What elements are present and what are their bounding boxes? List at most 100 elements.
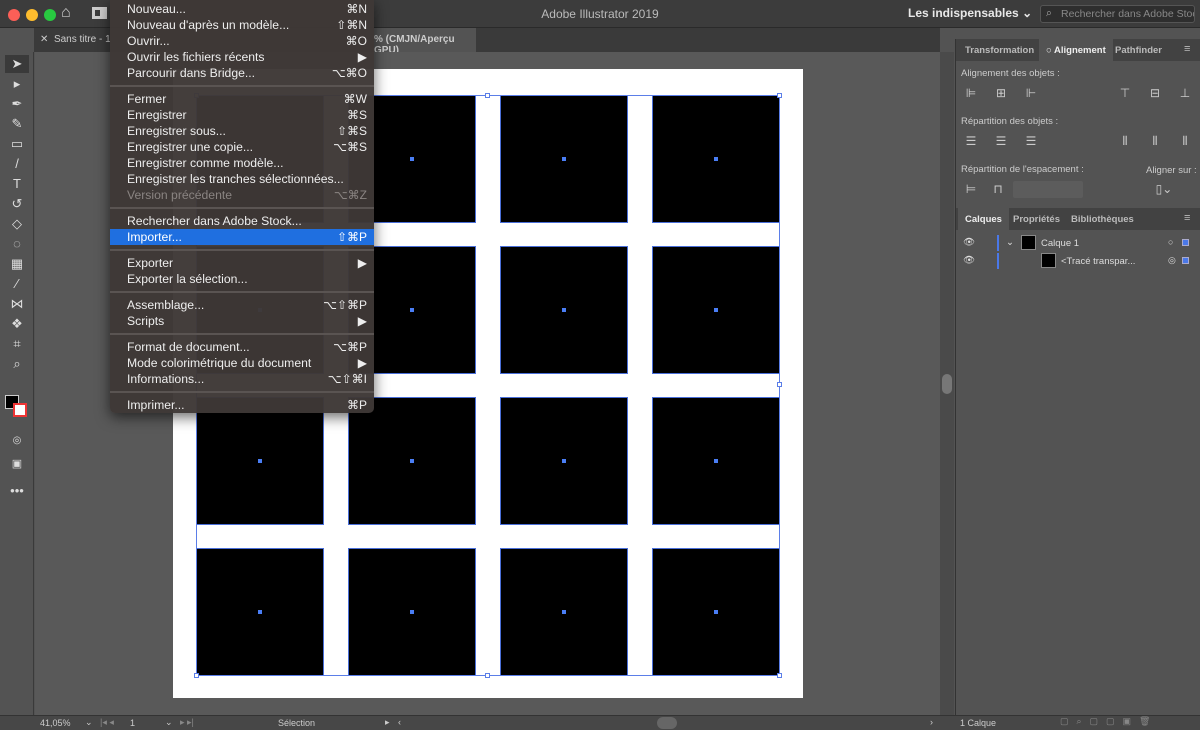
menu-item[interactable]: Imprimer... ⌘P xyxy=(110,397,374,413)
distribute-vspace-icon[interactable]: ⊨ xyxy=(964,182,978,196)
align-hcenter-icon[interactable]: ⊞ xyxy=(994,86,1008,100)
next-page-icon[interactable]: ▸ ▸| xyxy=(180,717,194,728)
zoom-level[interactable]: 41,05% xyxy=(40,718,71,728)
menu-item[interactable]: Format de document... ⌥⌘P xyxy=(110,339,374,355)
resize-handle[interactable] xyxy=(485,673,490,678)
selection-tool-icon[interactable]: ➤ xyxy=(5,55,29,73)
scroll-right-icon[interactable]: › xyxy=(930,717,933,727)
gradient-tool-icon[interactable]: ▦ xyxy=(5,255,29,273)
target-circle-icon[interactable]: ◎ xyxy=(1168,255,1176,266)
menu-item[interactable]: Fermer ⌘W xyxy=(110,91,374,107)
align-to-dropdown-icon[interactable]: ▯⌄ xyxy=(1152,182,1176,196)
resize-handle[interactable] xyxy=(777,382,782,387)
menu-item[interactable]: Exporter ▶ xyxy=(110,255,374,271)
target-circle-icon[interactable]: ○ xyxy=(1168,237,1173,247)
resize-handle[interactable] xyxy=(777,673,782,678)
tab-transformation[interactable]: Transformation xyxy=(958,39,1041,61)
menu-item[interactable]: Nouveau d'après un modèle... ⇧⌘N xyxy=(110,17,374,33)
distribute-right-icon[interactable]: ⦀ xyxy=(1178,134,1192,148)
align-top-icon[interactable]: ⊤ xyxy=(1118,86,1132,100)
align-right-icon[interactable]: ⊩ xyxy=(1024,86,1038,100)
artboard-tool-icon[interactable]: ⌗ xyxy=(5,335,29,353)
distribute-top-icon[interactable]: ☰ xyxy=(964,134,978,148)
paintbrush-tool-icon[interactable]: / xyxy=(5,155,29,173)
prev-page-icon[interactable]: |◂ ◂ xyxy=(100,717,114,728)
resize-handle[interactable] xyxy=(777,93,782,98)
tab-bibliotheques[interactable]: Bibliothèques xyxy=(1064,208,1141,230)
layer-row[interactable]: 👁 ⌄ Calque 1 ○ xyxy=(956,235,1200,253)
menu-item[interactable]: Mode colorimétrique du document ▶ xyxy=(110,355,374,371)
status-menu-icon[interactable]: ▸ xyxy=(385,717,390,728)
menu-item-shortcut: ⌘S xyxy=(346,108,367,122)
rectangle-tool-icon[interactable]: ▭ xyxy=(5,135,29,153)
workspace-switcher[interactable]: Les indispensables ⌄ xyxy=(908,6,1032,20)
close-tab-icon[interactable]: ✕ xyxy=(40,34,48,45)
menu-item[interactable]: Parcourir dans Bridge... ⌥⌘O xyxy=(110,65,374,81)
distribute-bottom-icon[interactable]: ☰ xyxy=(1024,134,1038,148)
menu-item[interactable]: Exporter la sélection... xyxy=(110,271,374,287)
layer-actions-icons[interactable]: ▢⌕▢▢▣🗑 xyxy=(1060,716,1158,727)
type-tool-icon[interactable]: T xyxy=(5,175,29,193)
menu-item[interactable]: Enregistrer sous... ⇧⌘S xyxy=(110,123,374,139)
menu-item[interactable]: Enregistrer comme modèle... xyxy=(110,155,374,171)
align-vcenter-icon[interactable]: ⊟ xyxy=(1148,86,1162,100)
tab-proprietes[interactable]: Propriétés xyxy=(1006,208,1067,230)
panel-menu-icon[interactable]: ≡ xyxy=(1184,43,1190,55)
drawing-mode-icon[interactable]: ◎ xyxy=(5,432,29,450)
menu-item[interactable]: Nouveau... ⌘N xyxy=(110,1,374,17)
menu-item[interactable]: Rechercher dans Adobe Stock... xyxy=(110,213,374,229)
page-number[interactable]: 1 xyxy=(130,718,135,728)
zoom-tool-icon[interactable]: ⌕ xyxy=(5,355,29,373)
menu-item[interactable]: Importer... ⇧⌘P xyxy=(110,229,374,245)
eraser-tool-icon[interactable]: ◇ xyxy=(5,215,29,233)
scroll-thumb[interactable] xyxy=(942,374,952,394)
visibility-eye-icon[interactable]: 👁 xyxy=(963,237,975,248)
more-tools-icon[interactable]: ••• xyxy=(5,482,29,500)
spacing-value-input[interactable] xyxy=(1013,181,1083,198)
eyedropper-tool-icon[interactable]: ⁄ xyxy=(5,275,29,293)
align-bottom-icon[interactable]: ⊥ xyxy=(1178,86,1192,100)
resize-handle[interactable] xyxy=(485,93,490,98)
menu-item[interactable]: Enregistrer une copie... ⌥⌘S xyxy=(110,139,374,155)
tab-pathfinder[interactable]: Pathfinder xyxy=(1108,39,1169,61)
pen-tool-icon[interactable]: ✒ xyxy=(5,95,29,113)
distribute-hcenter-icon[interactable]: ⦀ xyxy=(1148,134,1162,148)
resize-handle[interactable] xyxy=(194,673,199,678)
panel-menu-icon[interactable]: ≡ xyxy=(1184,212,1190,224)
selection-indicator[interactable] xyxy=(1182,239,1189,246)
distribute-vcenter-icon[interactable]: ☰ xyxy=(994,134,1008,148)
menu-item[interactable]: Ouvrir... ⌘O xyxy=(110,33,374,49)
menu-item[interactable]: Assemblage... ⌥⇧⌘P xyxy=(110,297,374,313)
chevron-down-icon[interactable]: ⌄ xyxy=(1006,237,1014,248)
tab-sans-titre[interactable]: ✕ Sans titre - 1 xyxy=(40,28,111,52)
tab-calques[interactable]: Calques xyxy=(958,208,1009,230)
rotate-tool-icon[interactable]: ↺ xyxy=(5,195,29,213)
blend-tool-icon[interactable]: ⋈ xyxy=(5,295,29,313)
selection-indicator[interactable] xyxy=(1182,257,1189,264)
screen-mode-icon[interactable]: ▣ xyxy=(5,455,29,473)
menu-item[interactable]: Ouvrir les fichiers récents ▶ xyxy=(110,49,374,65)
layer-row[interactable]: 👁 <Tracé transpar... ◎ xyxy=(956,253,1200,271)
symbol-sprayer-icon[interactable]: ❖ xyxy=(5,315,29,333)
tab-active-document[interactable]: % (CMJN/Aperçu GPU) xyxy=(364,28,476,56)
page-dropdown-icon[interactable]: ⌄ xyxy=(165,717,173,728)
menu-item[interactable]: Informations... ⌥⇧⌘I xyxy=(110,371,374,387)
stock-search-input[interactable]: ⌕ Rechercher dans Adobe Stock xyxy=(1040,5,1195,23)
vertical-scrollbar[interactable] xyxy=(940,52,954,715)
direct-selection-tool-icon[interactable]: ▸ xyxy=(5,75,29,93)
menu-item[interactable]: Enregistrer ⌘S xyxy=(110,107,374,123)
menu-item[interactable]: Scripts ▶ xyxy=(110,313,374,329)
distribute-hspace-icon[interactable]: ⊓ xyxy=(991,182,1005,196)
zoom-dropdown-icon[interactable]: ⌄ xyxy=(85,717,93,728)
curvature-tool-icon[interactable]: ✎ xyxy=(5,115,29,133)
align-left-icon[interactable]: ⊫ xyxy=(964,86,978,100)
distribute-left-icon[interactable]: ⦀ xyxy=(1118,134,1132,148)
visibility-eye-icon[interactable]: 👁 xyxy=(963,255,975,266)
scroll-left-icon[interactable]: ‹ xyxy=(398,717,401,727)
menu-item-shortcut: ⌥⌘Z xyxy=(333,188,367,202)
menu-item[interactable]: Enregistrer les tranches sélectionnées..… xyxy=(110,171,374,187)
horizontal-scroll-thumb[interactable] xyxy=(657,717,677,729)
stroke-color-swatch[interactable] xyxy=(13,403,27,417)
tab-alignement[interactable]: ○ Alignement xyxy=(1039,39,1113,61)
lasso-tool-icon[interactable]: ◌ xyxy=(5,235,29,253)
